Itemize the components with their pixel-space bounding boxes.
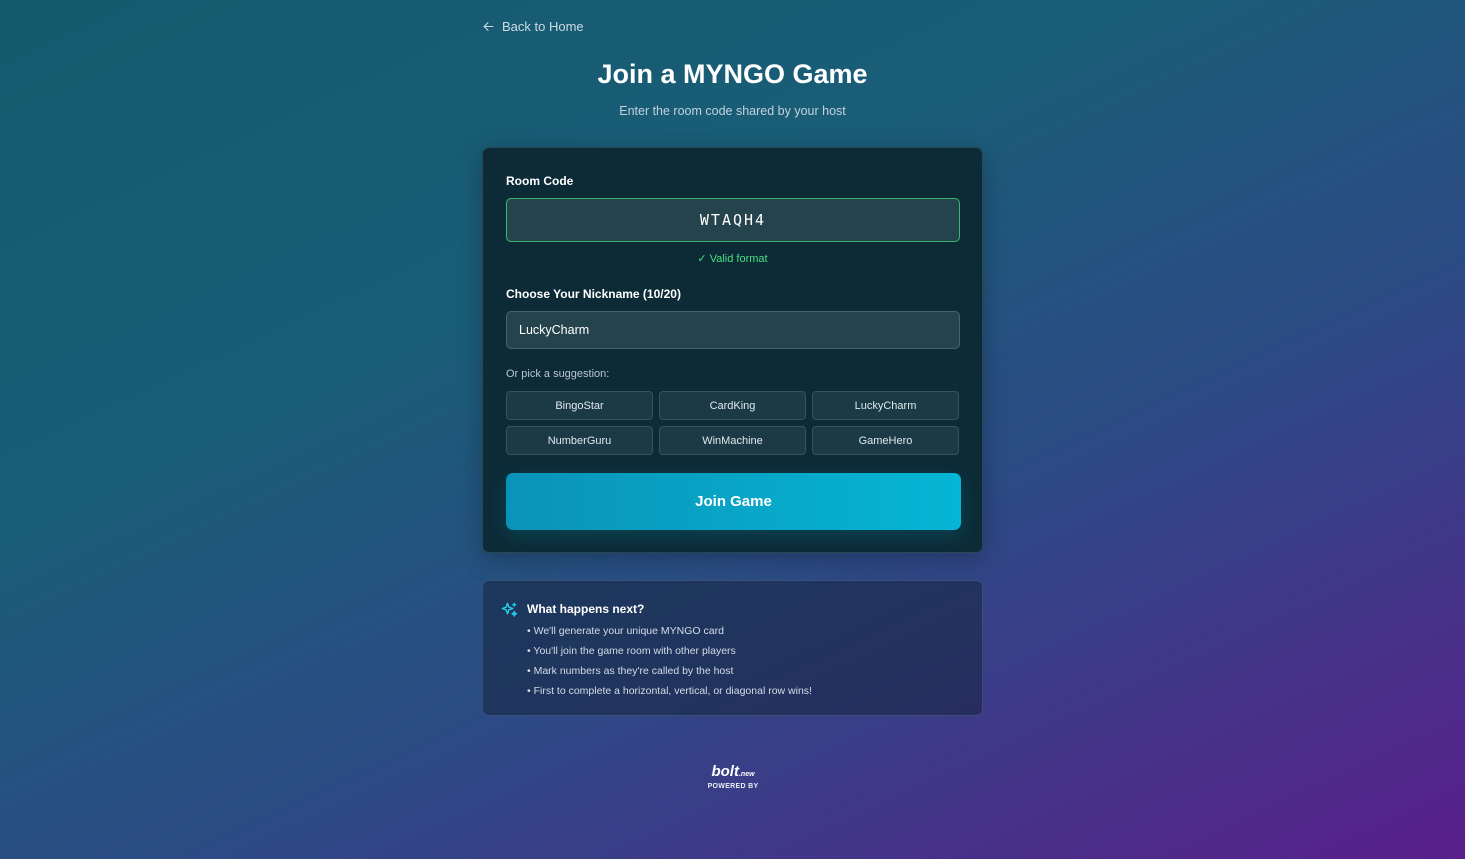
suggestion-button-numberguru[interactable]: NumberGuru: [506, 426, 653, 455]
sparkles-icon: [500, 601, 518, 624]
nickname-label: Choose Your Nickname (10/20): [506, 287, 681, 301]
room-code-input[interactable]: WTAQH4: [506, 198, 960, 242]
powered-by-caption: POWERED BY: [707, 783, 759, 790]
info-list-item: • You'll join the game room with other p…: [527, 645, 736, 657]
info-list-item: • First to complete a horizontal, vertic…: [527, 685, 812, 697]
info-list: • We'll generate your unique MYNGO card …: [527, 624, 812, 704]
bolt-logo-sub: .new: [738, 771, 755, 778]
page-subtitle: Enter the room code shared by your host: [619, 104, 846, 118]
suggestion-button-gamehero[interactable]: GameHero: [812, 426, 959, 455]
bolt-logo-main: bolt: [711, 763, 739, 780]
suggestion-button-luckycharm[interactable]: LuckyCharm: [812, 391, 959, 420]
info-title: What happens next?: [527, 602, 645, 616]
nickname-input[interactable]: LuckyCharm: [506, 311, 960, 349]
join-game-button[interactable]: Join Game: [506, 473, 961, 530]
suggestion-button-winmachine[interactable]: WinMachine: [659, 426, 806, 455]
arrow-left-icon: [482, 20, 495, 33]
back-to-home-link[interactable]: Back to Home: [482, 19, 584, 34]
info-list-item: • We'll generate your unique MYNGO card: [527, 625, 724, 637]
bolt-logo: bolt.new: [705, 764, 761, 783]
room-code-label: Room Code: [506, 174, 574, 188]
suggestion-button-cardking[interactable]: CardKing: [659, 391, 806, 420]
valid-format-message: ✓ Valid format: [697, 253, 768, 265]
powered-by-bolt-badge[interactable]: bolt.new POWERED BY: [705, 764, 761, 791]
page-title: Join a MYNGO Game: [597, 59, 868, 89]
suggestion-button-bingostar[interactable]: BingoStar: [506, 391, 653, 420]
what-happens-next-panel: What happens next? • We'll generate your…: [482, 580, 983, 716]
suggestion-grid: BingoStar CardKing LuckyCharm NumberGuru…: [506, 391, 960, 455]
suggestion-label: Or pick a suggestion:: [506, 368, 610, 380]
join-form-card: Room Code WTAQH4 ✓ Valid format Choose Y…: [482, 147, 983, 553]
back-link-label: Back to Home: [502, 19, 584, 34]
info-list-item: • Mark numbers as they're called by the …: [527, 665, 734, 677]
